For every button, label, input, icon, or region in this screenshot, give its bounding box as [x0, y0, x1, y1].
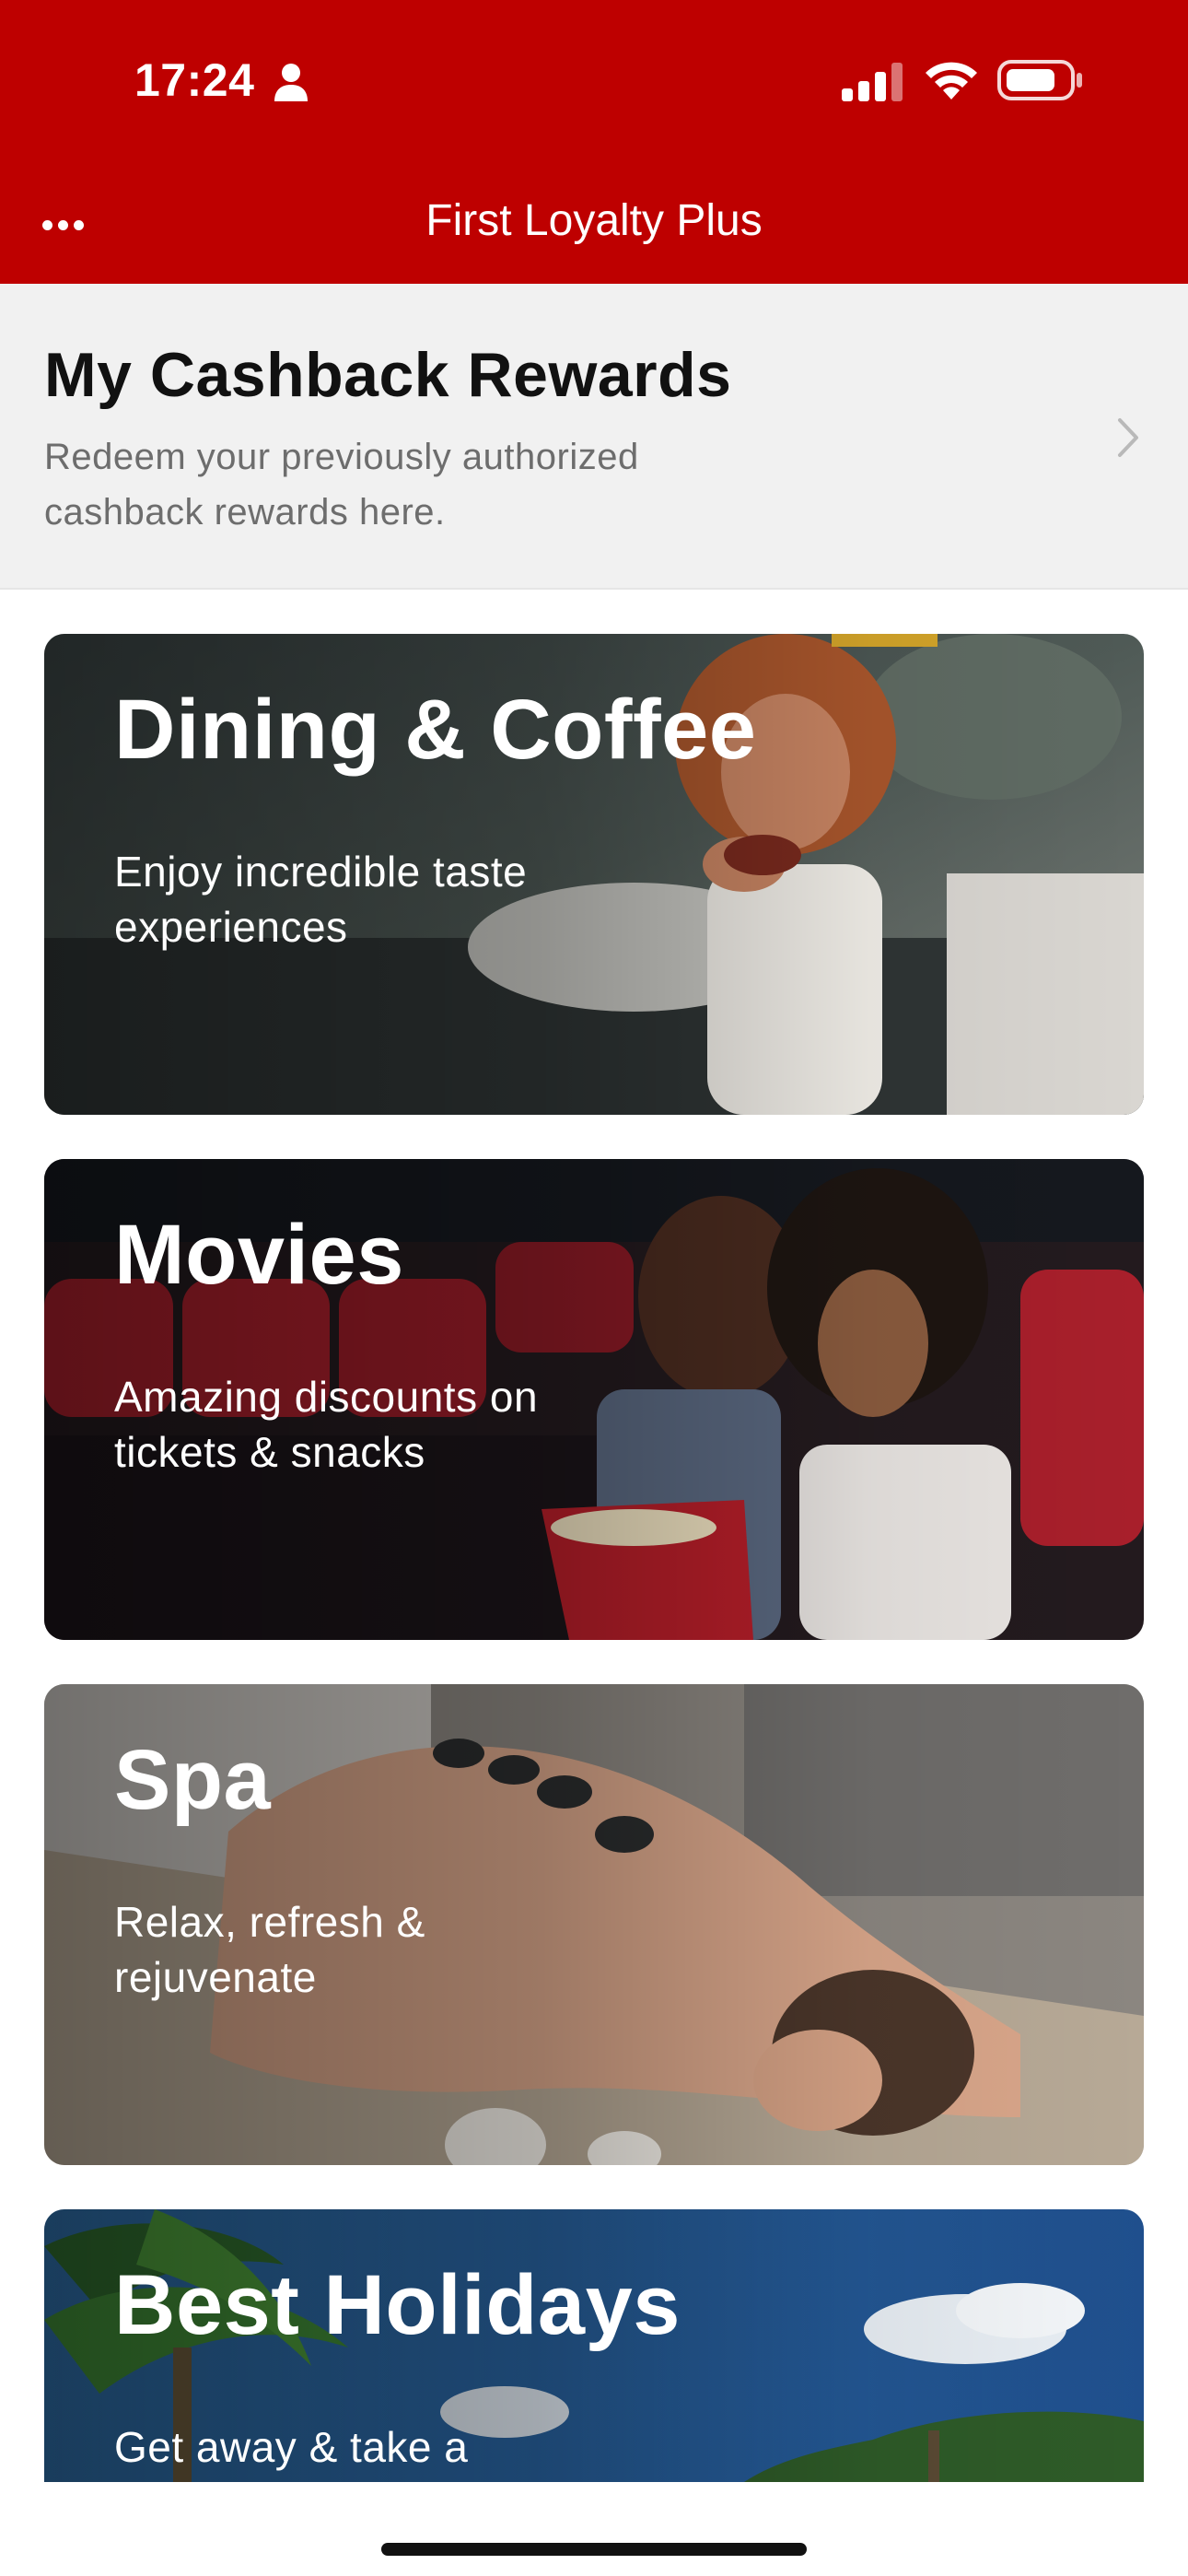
cashback-description: Redeem your previously authorized cashba…	[44, 437, 639, 533]
cashback-title: My Cashback Rewards	[44, 340, 732, 410]
category-description: Amazing discounts on tickets & snacks	[114, 1373, 539, 1476]
category-card-spa[interactable]: Spa Relax, refresh & rejuvenate	[44, 1684, 1144, 2165]
category-title: Movies	[114, 1208, 404, 1302]
status-time: 17:24	[134, 54, 255, 106]
home-indicator[interactable]	[381, 2543, 807, 2556]
chevron-right-icon	[1118, 418, 1138, 457]
category-description: Relax, refresh & rejuvenate	[114, 1898, 425, 2001]
app-screen: 17:24 First Loyalty Plus My Cashback Rew…	[0, 0, 1188, 2576]
category-title: Best Holidays	[114, 2258, 681, 2352]
category-description: Get away & take a	[114, 2423, 469, 2471]
person-icon	[274, 64, 308, 101]
cashback-rewards-row[interactable]: My Cashback Rewards Redeem your previous…	[0, 284, 1188, 590]
battery-icon	[997, 60, 1082, 100]
app-title: First Loyalty Plus	[425, 196, 763, 245]
category-card-dining[interactable]: Dining & Coffee Enjoy incredible taste e…	[44, 634, 1144, 1115]
app-header: 17:24 First Loyalty Plus	[0, 0, 1188, 284]
category-card-movies[interactable]: Movies Amazing discounts on tickets & sn…	[44, 1159, 1144, 1640]
category-description: Enjoy incredible taste experiences	[114, 848, 528, 951]
cellular-signal-icon	[842, 63, 903, 101]
status-bar: 17:24	[0, 48, 1188, 114]
wifi-icon	[926, 62, 977, 100]
category-title: Spa	[114, 1733, 272, 1827]
category-card-holidays[interactable]: Best Holidays Get away & take a	[44, 2209, 1144, 2482]
category-title: Dining & Coffee	[114, 683, 757, 777]
